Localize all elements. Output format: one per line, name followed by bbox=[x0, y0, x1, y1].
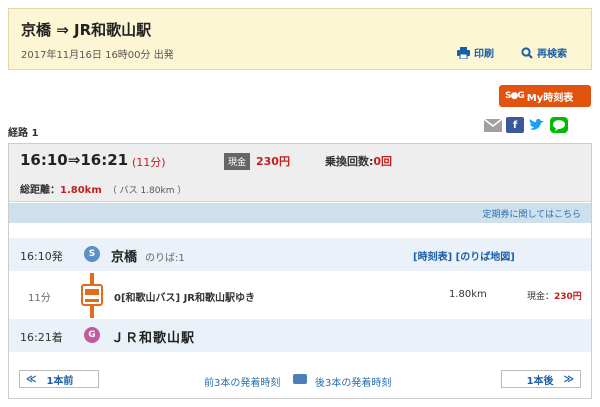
next-label: 1本後 bbox=[526, 375, 554, 387]
departure-stop-name[interactable]: 京橋 のりば:1 bbox=[111, 246, 185, 265]
next-button[interactable]: 1本後 ≫ bbox=[501, 370, 581, 388]
departure-stop-label: 京橋 bbox=[111, 250, 138, 265]
stop-links: [時刻表] [のりば地図] bbox=[413, 248, 515, 263]
transfer-label: 乗換回数: bbox=[325, 155, 374, 168]
depart-datetime: 2017年11月16日 16時00分 出発 bbox=[21, 50, 174, 61]
bus-segment-row: 11分 0[和歌山バス] JR和歌山駅ゆき 1.80km 現金：230円 bbox=[9, 273, 591, 318]
bus-small-icon bbox=[293, 374, 307, 384]
fare-tag: 現金 bbox=[224, 153, 251, 170]
summary-time: 16:10⇒16:21 bbox=[20, 151, 129, 169]
segment-fare-label: 現金： bbox=[527, 292, 555, 302]
route-line-top bbox=[90, 273, 94, 284]
share-icons: f bbox=[484, 117, 568, 133]
goal-icon: G bbox=[84, 327, 100, 343]
mail-icon[interactable] bbox=[484, 117, 502, 133]
platform-label: のりば:1 bbox=[145, 253, 185, 264]
pager: ≪ 1本前 前3本の発着時刻 後3本の発着時刻 1本後 ≫ bbox=[9, 365, 591, 399]
commuter-pass-bar: 定期券に関してはこちら bbox=[9, 203, 591, 223]
bus-icon bbox=[81, 284, 103, 306]
route-summary: 16:10⇒16:21 (11分) 現金 230円 乗換回数:0回 総距離：1.… bbox=[9, 144, 591, 202]
line-icon[interactable] bbox=[550, 117, 568, 133]
sg-logo-icon: S●G bbox=[505, 91, 525, 101]
arrival-stop-name[interactable]: ＪＲ和歌山駅 bbox=[111, 327, 195, 346]
my-timetable-button[interactable]: S●G My時刻表 bbox=[499, 85, 591, 107]
route-line-bottom bbox=[90, 306, 94, 318]
summary-fare: 230円 bbox=[256, 155, 290, 168]
arrival-stop-row: 16:21着 G ＪＲ和歌山駅 bbox=[9, 319, 591, 352]
search-icon bbox=[521, 46, 533, 59]
departure-time: 16:10発 bbox=[20, 250, 63, 263]
segment-fare: 現金：230円 bbox=[527, 289, 582, 302]
bus-line-name: 0[和歌山バス] JR和歌山駅ゆき bbox=[114, 293, 256, 304]
printer-icon bbox=[457, 46, 470, 59]
platform-map-link[interactable]: [のりば地図] bbox=[456, 252, 515, 263]
transfer-value: 0回 bbox=[373, 155, 393, 168]
print-button[interactable]: 印刷 bbox=[457, 45, 494, 60]
arrival-time: 16:21着 bbox=[20, 331, 63, 344]
search-summary-box: 京橋 ⇒ JR和歌山駅 2017年11月16日 16時00分 出発 印刷 再検索 bbox=[8, 8, 592, 70]
segment-duration: 11分 bbox=[28, 293, 51, 304]
previous-button[interactable]: ≪ 1本前 bbox=[19, 370, 99, 388]
transfer-count: 乗換回数:0回 bbox=[325, 153, 392, 169]
twitter-icon[interactable] bbox=[528, 117, 546, 133]
research-label: 再検索 bbox=[537, 49, 567, 60]
distance-label: 総距離： bbox=[20, 185, 60, 196]
double-right-arrow-icon: ≫ bbox=[563, 373, 574, 385]
route-result: 16:10⇒16:21 (11分) 現金 230円 乗換回数:0回 総距離：1.… bbox=[8, 143, 592, 399]
previous-label: 1本前 bbox=[46, 375, 74, 387]
start-icon: S bbox=[84, 246, 100, 262]
my-timetable-label: My時刻表 bbox=[526, 92, 574, 104]
timetable-link[interactable]: [時刻表] bbox=[413, 252, 452, 263]
prev3-link[interactable]: 前3本の発着時刻 bbox=[204, 374, 280, 389]
summary-duration: (11分) bbox=[132, 156, 166, 169]
departure-stop-row: 16:10発 S 京橋 のりば:1 [時刻表] [のりば地図] bbox=[9, 238, 591, 271]
route-number-label: 経路 1 bbox=[8, 128, 39, 139]
print-label: 印刷 bbox=[474, 49, 494, 60]
research-button[interactable]: 再検索 bbox=[521, 45, 567, 60]
segment-fare-value: 230円 bbox=[554, 292, 582, 302]
facebook-icon[interactable]: f bbox=[506, 117, 524, 133]
next3-link[interactable]: 後3本の発着時刻 bbox=[315, 374, 391, 389]
distance-value: 1.80km bbox=[60, 185, 102, 196]
route-title: 京橋 ⇒ JR和歌山駅 bbox=[21, 21, 152, 39]
total-distance: 総距離：1.80km （ バス 1.80km ） bbox=[20, 181, 186, 196]
double-left-arrow-icon: ≪ bbox=[26, 373, 37, 385]
segment-distance: 1.80km bbox=[449, 289, 487, 300]
commuter-pass-link[interactable]: 定期券に関してはこちら bbox=[482, 207, 581, 220]
bus-distance: （ バス 1.80km ） bbox=[107, 186, 187, 196]
